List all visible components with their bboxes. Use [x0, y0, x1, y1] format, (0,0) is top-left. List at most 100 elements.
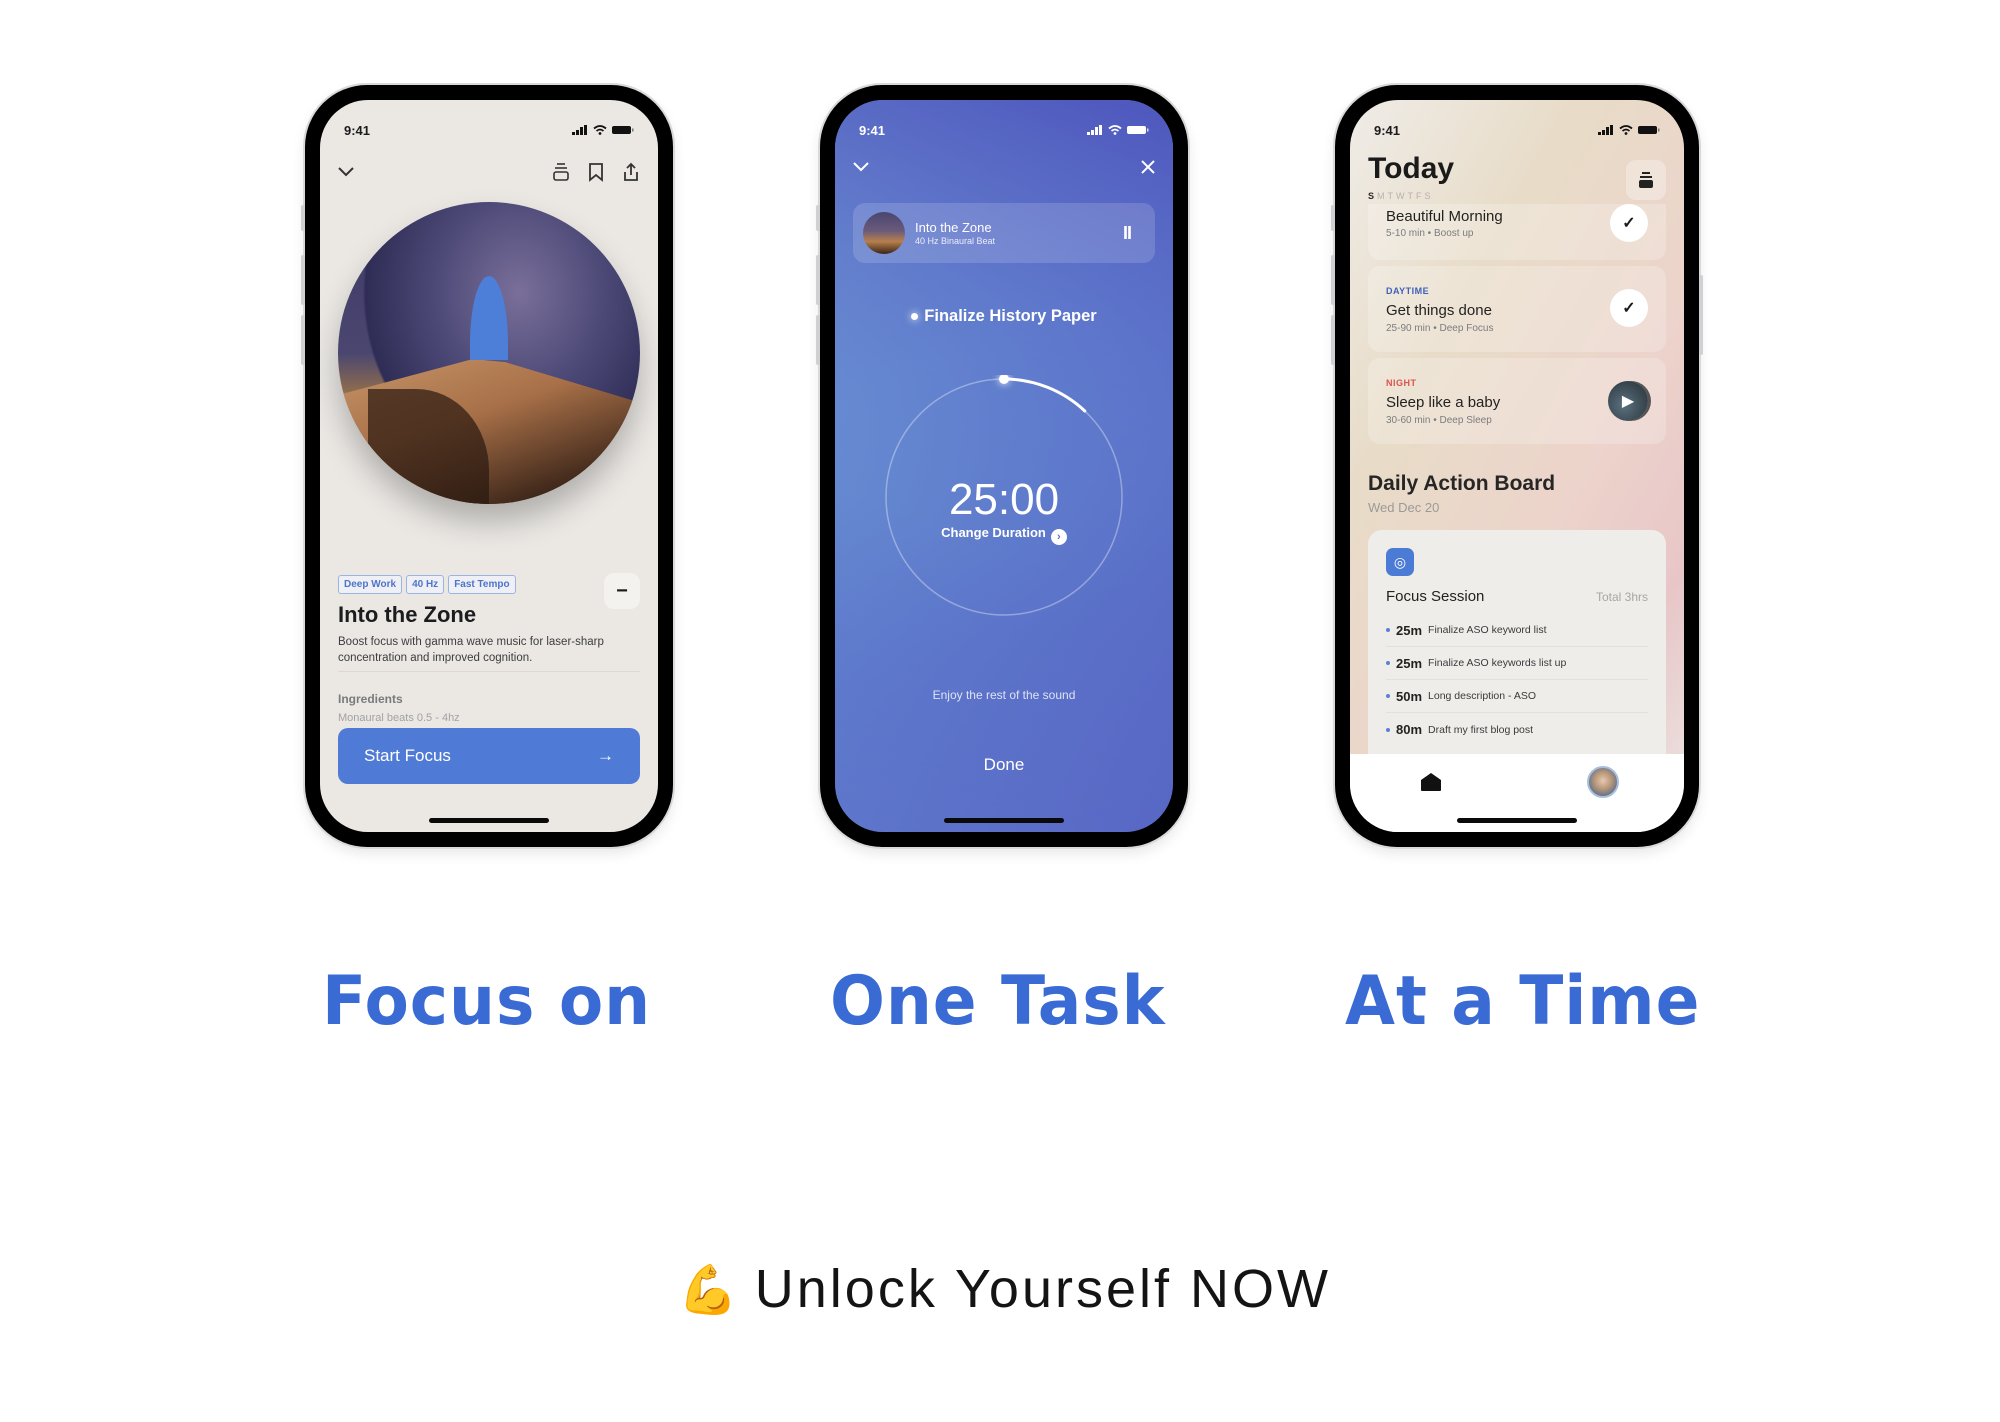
- target-icon: ◎: [1386, 548, 1414, 576]
- ingredients-value: Monaural beats 0.5 - 4hz: [338, 712, 460, 724]
- status-bar: 9:41: [1374, 122, 1660, 138]
- phone-side-button: [301, 255, 305, 305]
- phone-screen: 9:41 Deep Work 40 Hz Fast Tempo − Into t…: [320, 100, 658, 832]
- list-item[interactable]: 50m Long description - ASO: [1386, 680, 1648, 713]
- close-icon[interactable]: [1141, 160, 1155, 174]
- session-title: Focus Session: [1386, 588, 1485, 605]
- collapse-button[interactable]: −: [604, 573, 640, 609]
- item-duration: 50m: [1396, 688, 1423, 704]
- item-duration: 25m: [1396, 655, 1423, 671]
- board-date: Wed Dec 20: [1368, 500, 1440, 515]
- routine-card[interactable]: Beautiful Morning 5-10 min • Boost up ✓: [1368, 204, 1666, 260]
- page-title: Today: [1368, 152, 1455, 185]
- weekday[interactable]: W: [1396, 191, 1408, 201]
- routine-name: Beautiful Morning: [1386, 208, 1503, 225]
- tag[interactable]: Deep Work: [338, 575, 403, 594]
- phone-side-button: [1331, 315, 1335, 365]
- top-nav: [853, 160, 1155, 174]
- now-playing-card[interactable]: Into the Zone 40 Hz Binaural Beat II: [853, 203, 1155, 263]
- bookmark-icon[interactable]: [588, 162, 604, 182]
- timer-knob[interactable]: [999, 375, 1009, 384]
- tag-list: Deep Work 40 Hz Fast Tempo: [338, 575, 516, 594]
- stack-button[interactable]: [1626, 160, 1666, 200]
- battery-icon: [1638, 126, 1660, 134]
- home-icon[interactable]: [1420, 772, 1442, 792]
- routine-card[interactable]: DAYTIME Get things done 25-90 min • Deep…: [1368, 266, 1666, 352]
- tag[interactable]: Fast Tempo: [448, 575, 516, 594]
- current-task: Finalize History Paper: [835, 307, 1173, 326]
- pause-icon[interactable]: II: [1123, 223, 1132, 244]
- chevron-down-icon[interactable]: [338, 167, 354, 177]
- weekday-active[interactable]: S: [1368, 191, 1377, 201]
- change-duration-button[interactable]: Change Duration ›: [835, 525, 1173, 545]
- task-name: Finalize History Paper: [924, 307, 1097, 325]
- now-playing-artwork: [863, 212, 905, 254]
- ingredients-label: Ingredients: [338, 692, 403, 706]
- routine-meta: 25-90 min • Deep Focus: [1386, 323, 1494, 334]
- rocket-shape: [470, 276, 508, 360]
- status-time: 9:41: [1374, 122, 1401, 138]
- chevron-right-icon: ›: [1050, 529, 1067, 545]
- cta-text: Unlock Yourself NOW: [754, 1259, 1331, 1319]
- avatar[interactable]: [1587, 766, 1619, 798]
- bullet: [1386, 661, 1390, 665]
- home-indicator: [429, 818, 549, 823]
- phone-side-button: [301, 205, 305, 231]
- task-dot: [911, 313, 919, 321]
- bullet: [1386, 628, 1390, 632]
- wifi-icon: [1108, 125, 1122, 135]
- phone-side-button: [1699, 275, 1703, 355]
- routine-meta: 5-10 min • Boost up: [1386, 228, 1474, 239]
- sound-description: Boost focus with gamma wave music for la…: [338, 636, 604, 664]
- weekday[interactable]: T: [1408, 191, 1417, 201]
- list-item[interactable]: 80m Draft my first blog post: [1386, 713, 1648, 746]
- phone-side-button: [816, 255, 820, 305]
- list-item[interactable]: 25m Finalize ASO keyword list: [1386, 614, 1648, 647]
- item-task: Finalize ASO keywords list up: [1428, 657, 1567, 669]
- chevron-down-icon[interactable]: [853, 162, 869, 172]
- weekday[interactable]: M: [1377, 191, 1388, 201]
- item-task: Long description - ASO: [1428, 690, 1537, 702]
- headline-part-3: At a Time: [1345, 962, 1701, 1041]
- phone-mockup-timer: 9:41 Into the Zone 40 Hz Binaural Beat I…: [816, 85, 1188, 847]
- tag[interactable]: 40 Hz: [406, 575, 445, 594]
- phone-side-button: [816, 205, 820, 231]
- start-focus-button[interactable]: Start Focus →: [338, 728, 640, 784]
- list-item[interactable]: 25m Finalize ASO keywords list up: [1386, 647, 1648, 680]
- now-playing-title: Into the Zone: [915, 220, 992, 235]
- phone-side-button: [1331, 255, 1335, 305]
- flexed-biceps-icon: 💪: [678, 1263, 741, 1317]
- cover-artwork-image: [338, 202, 640, 504]
- status-bar: 9:41: [344, 122, 634, 138]
- arrow-right-icon: →: [597, 746, 614, 765]
- checkmark-icon[interactable]: ✓: [1610, 204, 1648, 242]
- play-icon[interactable]: ▶: [1608, 381, 1648, 421]
- share-icon[interactable]: [622, 162, 640, 182]
- timer-value: 25:00: [948, 475, 1060, 524]
- bullet: [1386, 727, 1390, 732]
- weekday-strip: SMTWTFS: [1368, 191, 1434, 201]
- status-bar: 9:41: [859, 122, 1149, 138]
- stack-icon[interactable]: [552, 162, 570, 182]
- weekday[interactable]: F: [1416, 191, 1425, 201]
- routine-name: Get things done: [1386, 302, 1492, 319]
- focus-session-card[interactable]: ◎ Focus Session Total 3hrs 25m Finalize A…: [1368, 530, 1666, 770]
- weekday[interactable]: S: [1425, 191, 1434, 201]
- phone-screen: 9:41 Into the Zone 40 Hz Binaural Beat I…: [835, 100, 1173, 832]
- battery-icon: [1127, 126, 1149, 134]
- item-duration: 80m: [1396, 722, 1423, 737]
- routine-card[interactable]: NIGHT Sleep like a baby 30-60 min • Deep…: [1368, 358, 1666, 444]
- done-button[interactable]: Done: [835, 755, 1173, 775]
- weekday[interactable]: T: [1388, 191, 1397, 201]
- call-to-action: 💪 Unlock Yourself NOW: [678, 1258, 1331, 1320]
- phone-mockup-focus-detail: 9:41 Deep Work 40 Hz Fast Tempo − Into t…: [301, 85, 673, 847]
- cellular-signal-icon: [1087, 125, 1102, 135]
- cellular-signal-icon: [572, 125, 587, 135]
- wifi-icon: [1619, 125, 1633, 135]
- bullet: [1386, 694, 1390, 698]
- wifi-icon: [593, 125, 607, 135]
- checkmark-icon[interactable]: ✓: [1610, 289, 1648, 327]
- home-indicator: [1457, 818, 1577, 823]
- cellular-signal-icon: [1598, 125, 1613, 135]
- start-focus-label: Start Focus: [364, 746, 451, 765]
